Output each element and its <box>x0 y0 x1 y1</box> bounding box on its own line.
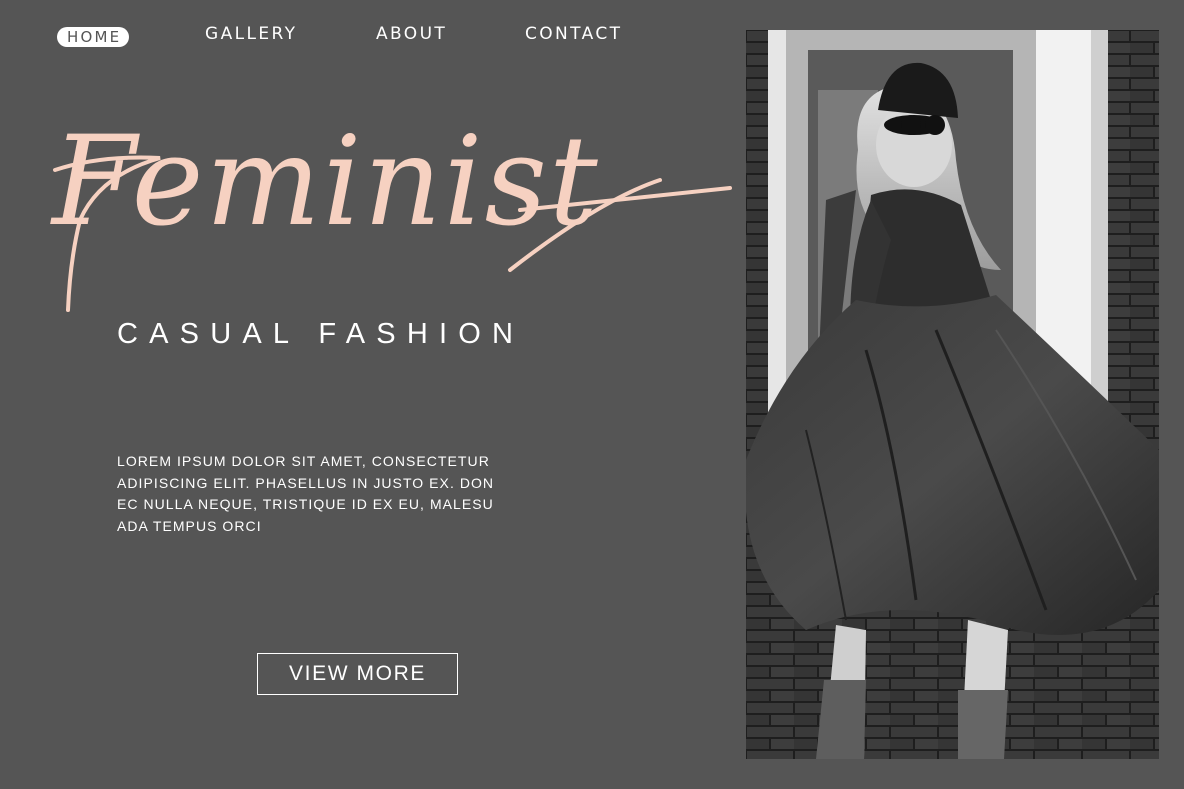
description-line: ADA TEMPUS ORCI <box>117 518 262 535</box>
fashion-photo <box>746 30 1159 759</box>
nav-gallery[interactable]: GALLERY <box>205 23 297 45</box>
description-line: LOREM IPSUM DOLOR SIT AMET, CONSECTETUR <box>117 453 490 469</box>
hero-subtitle: CASUAL FASHION <box>117 318 525 350</box>
view-more-button[interactable]: VIEW MORE <box>257 653 458 695</box>
nav-contact[interactable]: CONTACT <box>525 23 622 45</box>
woman-in-flared-dress-photo <box>746 30 1159 759</box>
nav-home[interactable]: HOME <box>57 27 130 47</box>
hero-title: Feminist <box>52 110 600 254</box>
description-line: EC NULLA NEQUE, TRISTIQUE ID EX EU, MALE… <box>117 496 494 513</box>
nav-about[interactable]: ABOUT <box>376 23 447 45</box>
description-line: ADIPISCING ELIT. PHASELLUS IN JUSTO EX. … <box>117 474 495 491</box>
hero-description: LOREM IPSUM DOLOR SIT AMET, CONSECTETUR … <box>117 451 577 538</box>
